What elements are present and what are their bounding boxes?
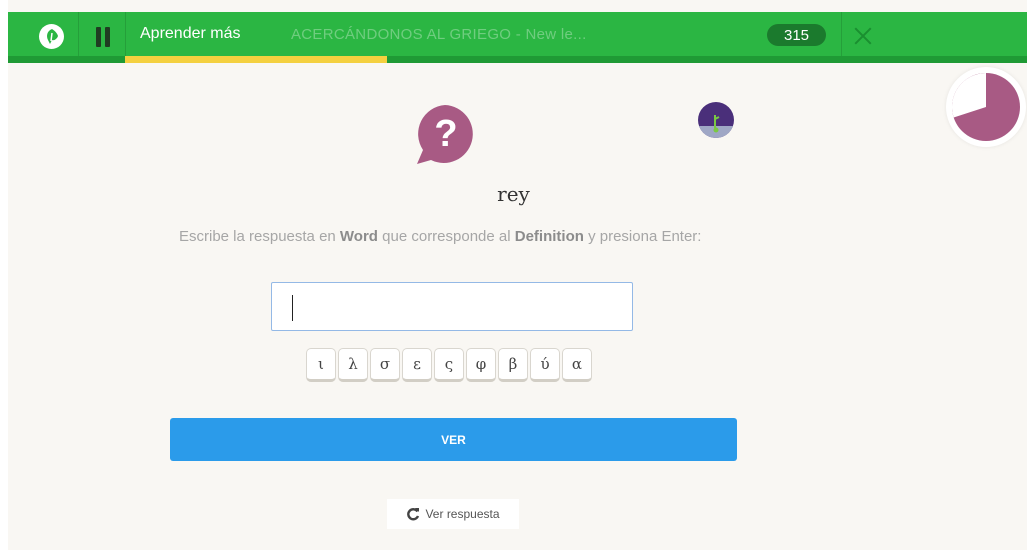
key-iota[interactable]: ι [306,348,336,382]
mode-label: Aprender más [140,25,241,42]
show-answer-button[interactable]: Ver respuesta [387,499,519,529]
question-icon: ? [413,102,477,166]
progress-bar-fill [125,56,387,63]
instructions: Escribe la respuesta en Word que corresp… [179,228,702,245]
avatar [698,102,734,138]
key-epsilon[interactable]: ε [402,348,432,382]
refresh-icon [407,508,420,521]
prompt-word: rey [497,182,530,206]
learning-session [8,0,1027,550]
prompt-type: Definition [514,228,584,245]
top-bar: Aprender más ACERCÁNDONOS AL GRIEGO - Ne… [8,12,1027,63]
greek-keyboard: ι λ σ ε ς φ β ύ α [306,348,592,384]
check-button[interactable]: VER [170,418,737,461]
key-final-sigma[interactable]: ς [434,348,464,382]
answer-type: Word [339,228,378,245]
key-lambda[interactable]: λ [338,348,368,382]
key-phi[interactable]: φ [466,348,496,382]
app-logo-icon[interactable] [39,24,64,49]
memrise-icon [46,28,58,44]
key-alpha[interactable]: α [562,348,592,382]
key-upsilon-tonos[interactable]: ύ [530,348,560,382]
pause-button[interactable] [96,27,110,47]
timer [946,67,1026,147]
course-title: ACERCÁNDONOS AL GRIEGO - New le... [291,26,587,43]
score-badge: 315 [767,24,826,46]
key-sigma[interactable]: σ [370,348,400,382]
divider [125,12,126,56]
text-cursor [292,295,293,321]
divider [78,12,79,56]
svg-text:?: ? [434,113,457,155]
mem-avatar-icon [698,115,734,138]
close-icon[interactable] [854,27,872,45]
key-beta[interactable]: β [498,348,528,382]
divider [841,12,842,56]
timer-pie-icon [951,73,1020,141]
show-answer-label: Ver respuesta [425,507,500,521]
answer-input[interactable] [271,282,633,331]
pause-icon [96,27,101,47]
